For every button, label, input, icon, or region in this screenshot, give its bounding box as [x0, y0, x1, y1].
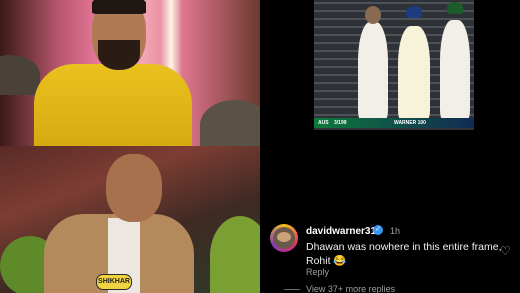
person-beard — [98, 40, 140, 70]
heart-icon[interactable]: ♡ — [500, 244, 511, 258]
plant — [210, 216, 260, 293]
player-head — [365, 6, 381, 24]
player — [398, 26, 430, 120]
rock — [200, 100, 260, 146]
view-more-replies-link[interactable]: View 37+ more replies — [283, 284, 395, 293]
avatar-image — [273, 227, 295, 249]
top-left-image-panel — [0, 0, 260, 146]
bottom-left-image-panel: SHIKHAR — [0, 146, 260, 293]
player-cap — [447, 2, 463, 14]
score-bar: AUS 3/199 WARNER 100 — [314, 118, 474, 128]
rock — [0, 55, 40, 95]
person-head — [106, 154, 162, 222]
cricket-broadcast-frame: AUS 3/199 WARNER 100 — [314, 0, 474, 130]
comment-username[interactable]: davidwarner31 — [306, 226, 376, 237]
name-badge: SHIKHAR — [96, 274, 132, 290]
score-team: AUS — [318, 120, 329, 126]
person-hair — [92, 0, 146, 14]
player — [358, 22, 388, 120]
right-panel: AUS 3/199 WARNER 100 davidwarner31 ✓ 1h … — [260, 0, 520, 293]
batter-name: WARNER 100 — [394, 120, 426, 126]
reply-button[interactable]: Reply — [306, 267, 329, 277]
player — [440, 20, 470, 120]
avatar[interactable] — [270, 224, 298, 252]
score-value: 3/199 — [334, 120, 347, 126]
verified-badge-icon: ✓ — [373, 225, 383, 235]
player-cap — [406, 6, 422, 18]
comment-text: Dhawan was nowhere in this entire frame,… — [306, 241, 502, 267]
comment-time: 1h — [390, 226, 401, 236]
instagram-comment: davidwarner31 ✓ 1h Dhawan was nowhere in… — [260, 200, 520, 293]
yellow-shirt — [34, 64, 192, 146]
